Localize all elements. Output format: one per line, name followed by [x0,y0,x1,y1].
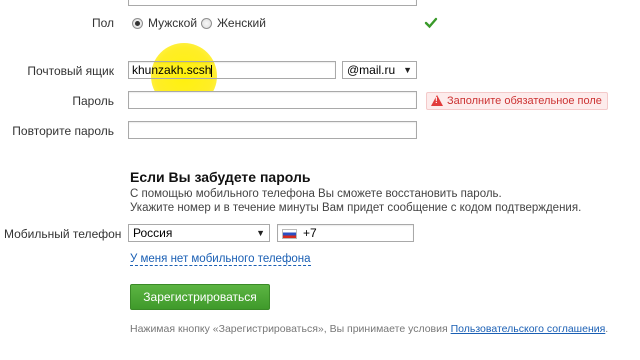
register-button[interactable]: Зарегистрироваться [130,284,270,310]
text-caret [211,64,213,77]
terms-link[interactable]: Пользовательского соглашения [451,323,606,335]
phone-prefix: +7 [303,226,317,240]
forgot-line-2: Укажите номер и в течение минуты Вам при… [130,202,582,214]
phone-label: Мобильный телефон [4,227,122,241]
repeat-password-label: Повторите пароль [12,124,114,138]
radio-female[interactable] [201,18,212,29]
check-icon [424,17,438,29]
chevron-down-icon: ▼ [403,65,412,75]
country-select-value: Россия [133,226,173,240]
country-select[interactable]: Россия ▼ [128,224,270,242]
forgot-title: Если Вы забудете пароль [130,169,311,185]
password-error-badge: Заполните обязательное поле [426,92,608,110]
mailbox-input-value-tail: sh [198,63,212,77]
russia-flag-icon [282,228,297,239]
mailbox-label: Почтовый ящик [27,64,114,78]
mailbox-input-value: khunzakh.sc [132,63,199,77]
radio-male[interactable] [132,18,143,29]
domain-select-value: @mail.ru [347,63,396,77]
terms-line: Нажимая кнопку «Зарегистрироваться», Вы … [130,323,608,335]
top-input-clipped[interactable] [128,0,417,6]
repeat-password-input[interactable] [128,121,417,139]
chevron-down-icon: ▼ [256,228,265,238]
terms-end: . [605,323,609,335]
no-phone-link[interactable]: У меня нет мобильного телефона [130,253,311,266]
password-input[interactable] [128,91,417,109]
domain-select[interactable]: @mail.ru ▼ [342,61,417,79]
phone-input[interactable]: +7 [277,224,414,242]
password-label: Пароль [72,94,114,108]
terms-text: Нажимая кнопку «Зарегистрироваться», Вы … [130,323,448,335]
password-error-text: Заполните обязательное поле [447,95,602,107]
warning-icon [431,95,443,106]
gender-label: Пол [91,16,114,30]
radio-female-label[interactable]: Женский [217,16,266,30]
forgot-line-1: С помощью мобильного телефона Вы сможете… [130,188,502,200]
radio-male-label[interactable]: Мужской [148,16,197,30]
mailbox-input[interactable]: khunzakh.scsh [128,61,336,79]
